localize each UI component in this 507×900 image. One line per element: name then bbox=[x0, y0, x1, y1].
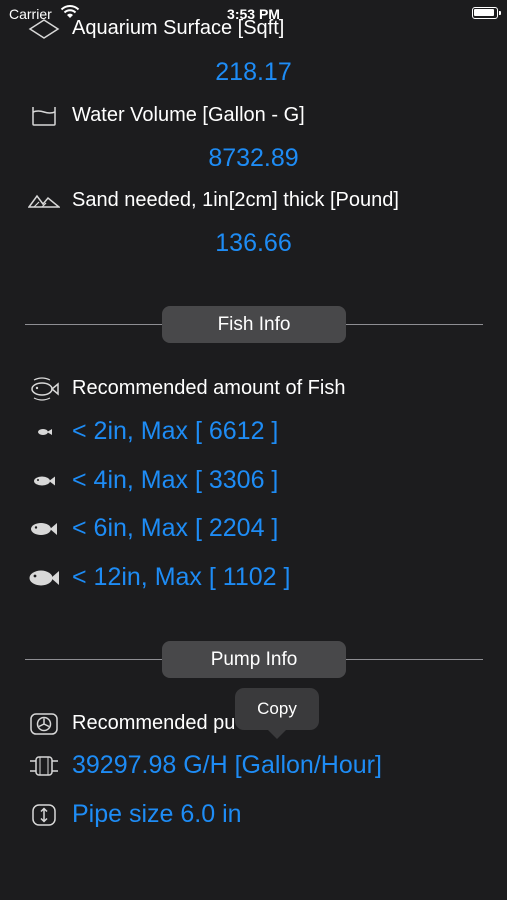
copy-tooltip[interactable]: Copy bbox=[235, 688, 319, 730]
fish-header-row: Recommended amount of Fish bbox=[28, 376, 346, 401]
volume-value[interactable]: 8732.89 bbox=[0, 144, 507, 173]
fish-icon bbox=[28, 567, 60, 589]
surface-value[interactable]: 218.17 bbox=[0, 58, 507, 87]
pipe-size-icon bbox=[28, 803, 60, 826]
fish-header-label: Recommended amount of Fish bbox=[72, 377, 346, 399]
fish-icon bbox=[28, 421, 60, 443]
surface-label: Aquarium Surface [Sqft] bbox=[72, 17, 285, 39]
fish-icon bbox=[28, 470, 60, 492]
sand-row: Sand needed, 1in[2cm] thick [Pound] bbox=[28, 189, 399, 212]
fish-row-6in[interactable]: < 6in, Max [ 2204 ] bbox=[28, 514, 278, 543]
pump-header-label: Recommended pu bbox=[72, 712, 236, 734]
volume-row: Water Volume [Gallon - G] bbox=[28, 104, 305, 127]
water-tank-icon bbox=[28, 105, 60, 127]
surface-row: Aquarium Surface [Sqft] bbox=[28, 17, 284, 40]
fish-row-2in[interactable]: < 2in, Max [ 6612 ] bbox=[28, 417, 278, 446]
fish-row-text[interactable]: < 6in, Max [ 2204 ] bbox=[72, 514, 278, 543]
fish-icon bbox=[28, 518, 60, 540]
sand-value[interactable]: 136.66 bbox=[0, 229, 507, 258]
pump-info-button[interactable]: Pump Info bbox=[162, 641, 346, 678]
fish-info-button[interactable]: Fish Info bbox=[162, 306, 346, 343]
pipe-icon bbox=[28, 755, 60, 777]
copy-tooltip-arrow bbox=[267, 729, 287, 739]
pump-flow-row[interactable]: 39297.98 G/H [Gallon/Hour] bbox=[28, 751, 382, 780]
fish-group-icon bbox=[28, 376, 60, 401]
fish-row-text[interactable]: < 2in, Max [ 6612 ] bbox=[72, 417, 278, 446]
fish-row-12in[interactable]: < 12in, Max [ 1102 ] bbox=[28, 563, 290, 592]
pipe-size-row[interactable]: Pipe size 6.0 in bbox=[28, 800, 242, 829]
fish-row-text[interactable]: < 4in, Max [ 3306 ] bbox=[72, 466, 278, 495]
pipe-size-text[interactable]: Pipe size 6.0 in bbox=[72, 800, 242, 829]
pump-fan-icon bbox=[28, 712, 60, 735]
pump-flow-rate[interactable]: 39297.98 G/H [Gallon/Hour] bbox=[72, 751, 382, 780]
diamond-icon bbox=[28, 18, 60, 40]
sand-dunes-icon bbox=[28, 190, 60, 212]
volume-label: Water Volume [Gallon - G] bbox=[72, 104, 305, 126]
battery-icon bbox=[472, 7, 501, 19]
fish-row-text[interactable]: < 12in, Max [ 1102 ] bbox=[72, 563, 290, 592]
fish-row-4in[interactable]: < 4in, Max [ 3306 ] bbox=[28, 466, 278, 495]
sand-label: Sand needed, 1in[2cm] thick [Pound] bbox=[72, 189, 399, 211]
pump-header-row: Recommended pu bbox=[28, 712, 235, 735]
